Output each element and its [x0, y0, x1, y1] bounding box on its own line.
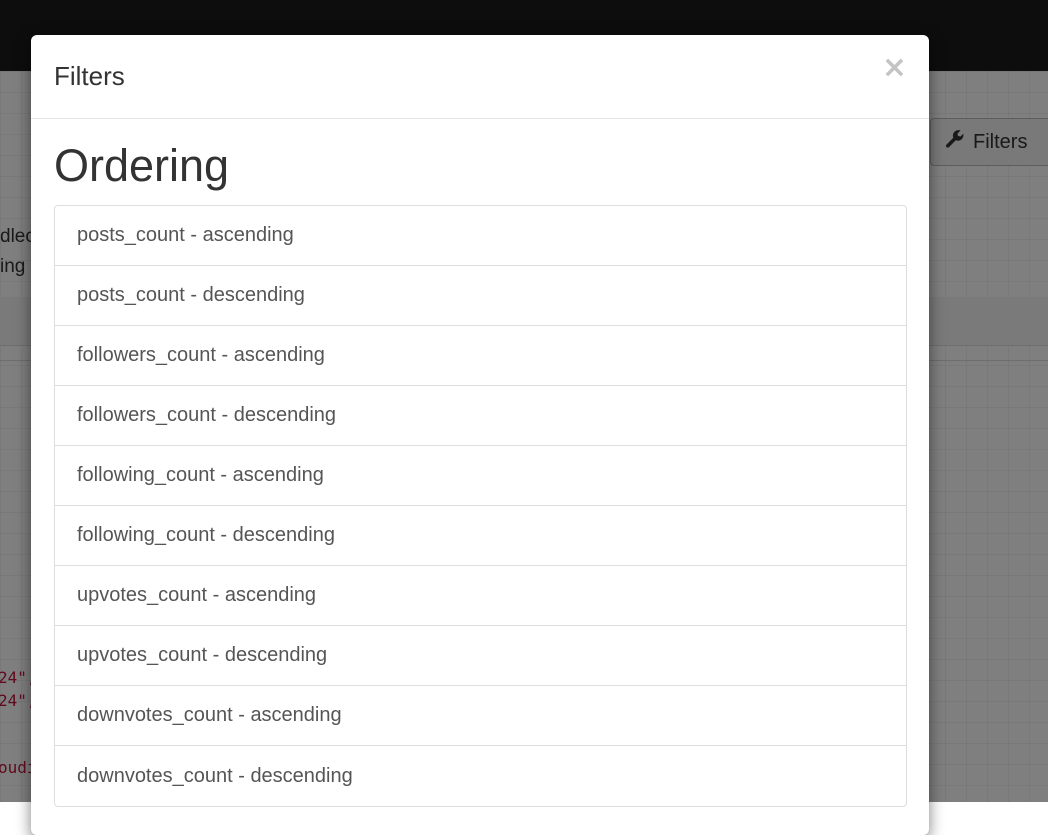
close-icon[interactable]: × — [882, 53, 907, 83]
ordering-option[interactable]: following_count - descending — [55, 506, 906, 566]
modal-title: Filters — [54, 61, 125, 91]
ordering-option[interactable]: posts_count - descending — [55, 266, 906, 326]
ordering-option[interactable]: posts_count - ascending — [55, 206, 906, 266]
ordering-option[interactable]: upvotes_count - ascending — [55, 566, 906, 626]
ordering-list: posts_count - ascending posts_count - de… — [54, 205, 907, 807]
filters-modal: Filters × Ordering posts_count - ascendi… — [31, 35, 929, 835]
ordering-option[interactable]: following_count - ascending — [55, 446, 906, 506]
ordering-option[interactable]: upvotes_count - descending — [55, 626, 906, 686]
modal-header: Filters × — [31, 35, 929, 119]
ordering-option[interactable]: followers_count - ascending — [55, 326, 906, 386]
modal-body: Ordering posts_count - ascending posts_c… — [31, 141, 929, 807]
ordering-option[interactable]: downvotes_count - ascending — [55, 686, 906, 746]
ordering-option[interactable]: downvotes_count - descending — [55, 746, 906, 806]
ordering-option[interactable]: followers_count - descending — [55, 386, 906, 446]
ordering-heading: Ordering — [54, 140, 230, 191]
